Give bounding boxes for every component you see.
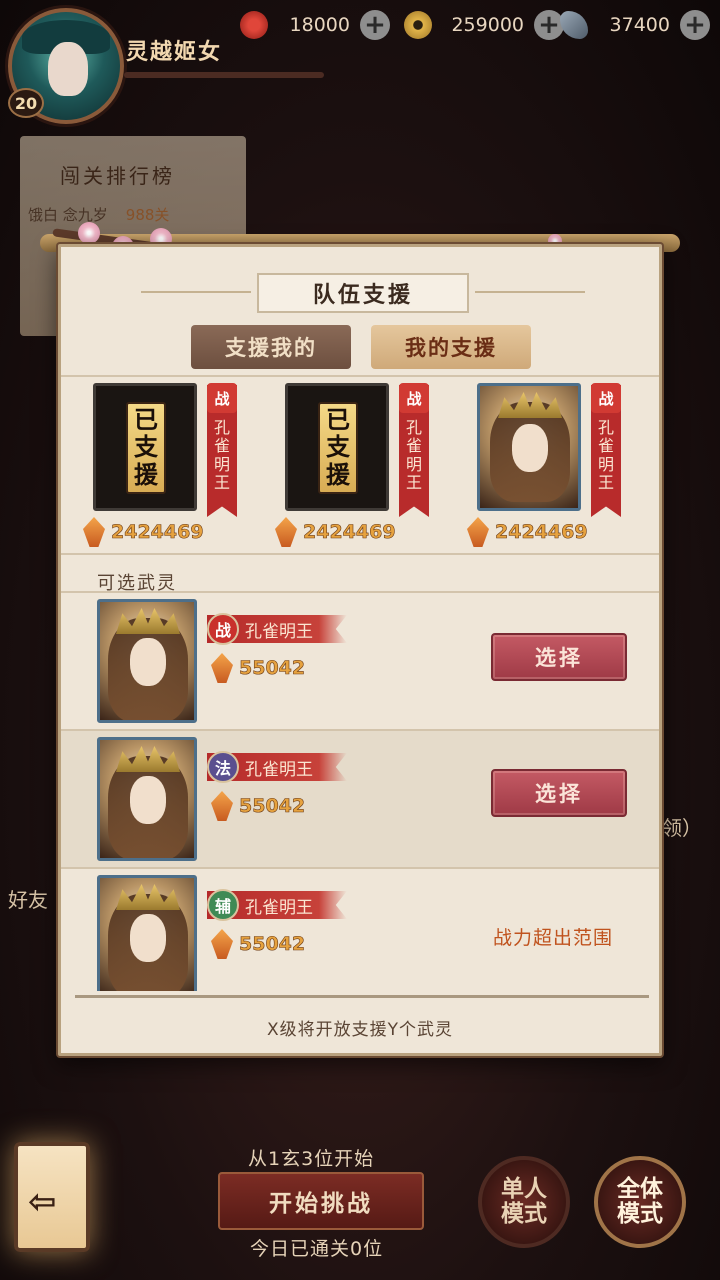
power-display: 55042 — [211, 653, 305, 683]
divider — [61, 553, 659, 555]
avatar-face — [48, 42, 88, 96]
character-portrait[interactable] — [97, 599, 197, 723]
back-arrow-icon: ⇦ — [28, 1182, 57, 1222]
dialog-title: 队伍支援 — [312, 283, 413, 308]
support-slot-card[interactable] — [477, 383, 581, 511]
player-level-badge: 20 — [8, 88, 44, 118]
dialog-title-frame: 队伍支援 — [257, 273, 469, 313]
ranking-row: 饿白 念九岁 988关 — [28, 204, 169, 225]
footer-note: X级将开放支援Y个武灵 — [266, 1020, 454, 1040]
friend-label[interactable]: 好友 — [8, 884, 48, 913]
power-value: 55042 — [239, 933, 306, 956]
add-jade-button[interactable]: + — [360, 10, 390, 40]
support-slot-1[interactable]: 已 支 援 孔雀明王 战 2424469 — [61, 383, 241, 553]
top-bar: 20 灵越姬女 18000 + 259000 + 37400 + — [0, 0, 720, 124]
power-flame-icon — [211, 791, 233, 821]
team-support-dialog: 队伍支援 支援我的 我的支援 已 支 援 孔雀明王 战 2424469 已 支 … — [58, 244, 662, 1056]
power-display: 2424469 — [275, 517, 396, 547]
power-flame-icon — [211, 929, 233, 959]
power-display: 55042 — [211, 791, 305, 821]
currency-coins-value: 259000 — [451, 14, 524, 36]
supported-mark: 已 支 援 — [126, 402, 166, 494]
feather-icon — [560, 11, 588, 39]
currency-feathers: 37400 + — [560, 10, 710, 40]
player-name: 灵越姬女 — [126, 40, 223, 65]
out-of-range-text: 战力超出范围 — [493, 927, 614, 949]
class-badge: 战 — [591, 383, 621, 413]
divider — [61, 375, 659, 377]
class-badge: 战 — [207, 613, 239, 645]
currency-jade-value: 18000 — [289, 14, 350, 36]
class-badge: 战 — [399, 383, 429, 413]
ranking-title: 闯关排行榜 — [60, 164, 175, 188]
start-challenge-button[interactable]: 开始挑战 — [218, 1172, 424, 1230]
title-ornament-right — [475, 291, 585, 293]
scroll-indicator[interactable] — [75, 995, 649, 998]
select-button[interactable]: 选择 — [491, 769, 627, 817]
power-flame-icon — [275, 517, 297, 547]
player-exp-bar — [124, 72, 324, 78]
cleared-today-text: 今日已通关0位 — [250, 1238, 384, 1260]
power-value: 2424469 — [495, 521, 588, 544]
currency-coins: 259000 + — [404, 10, 564, 40]
class-badge: 法 — [207, 751, 239, 783]
start-hint: 从1玄3位开始 — [248, 1148, 375, 1170]
add-feathers-button[interactable]: + — [680, 10, 710, 40]
tab-support-me[interactable]: 支援我的 — [191, 325, 351, 369]
coin-icon — [404, 11, 432, 39]
list-item[interactable]: 孔雀明王 战 55042 选择 — [61, 593, 659, 729]
class-badge: 战 — [207, 383, 237, 413]
title-ornament-left — [141, 291, 251, 293]
supported-mark: 已 支 援 — [318, 402, 358, 494]
background-side-text: 领） — [662, 816, 702, 840]
currency-feathers-value: 37400 — [609, 14, 670, 36]
power-value: 2424469 — [303, 521, 396, 544]
power-value: 55042 — [239, 657, 306, 680]
select-button[interactable]: 选择 — [491, 633, 627, 681]
red-swirl-icon — [240, 11, 268, 39]
blossom-icon — [78, 222, 100, 244]
character-portrait[interactable] — [97, 875, 197, 991]
power-display: 55042 — [211, 929, 305, 959]
single-mode-button[interactable]: 单人 模式 — [478, 1156, 570, 1248]
power-flame-icon — [467, 517, 489, 547]
power-value: 55042 — [239, 795, 306, 818]
all-mode-button[interactable]: 全体 模式 — [594, 1156, 686, 1248]
power-display: 2424469 — [467, 517, 588, 547]
support-slot-card[interactable]: 已 支 援 — [93, 383, 197, 511]
character-portrait[interactable] — [97, 737, 197, 861]
power-value: 2424469 — [111, 521, 204, 544]
power-display: 2424469 — [83, 517, 204, 547]
currency-jade: 18000 + — [240, 10, 390, 40]
tab-my-support[interactable]: 我的支援 — [371, 325, 531, 369]
ranking-row-name: 饿白 念九岁 — [28, 206, 108, 224]
support-slot-2[interactable]: 已 支 援 孔雀明王 战 2424469 — [253, 383, 433, 553]
class-badge: 辅 — [207, 889, 239, 921]
list-item[interactable]: 孔雀明王 法 55042 选择 — [61, 731, 659, 867]
power-flame-icon — [83, 517, 105, 547]
support-slot-3[interactable]: 孔雀明王 战 2424469 — [445, 383, 625, 553]
list-item[interactable]: 孔雀明王 辅 55042 战力超出范围 — [61, 869, 659, 991]
support-slot-card[interactable]: 已 支 援 — [285, 383, 389, 511]
ranking-row-level: 988关 — [125, 206, 170, 224]
back-lantern-button[interactable]: ⇦ — [14, 1142, 90, 1252]
power-flame-icon — [211, 653, 233, 683]
